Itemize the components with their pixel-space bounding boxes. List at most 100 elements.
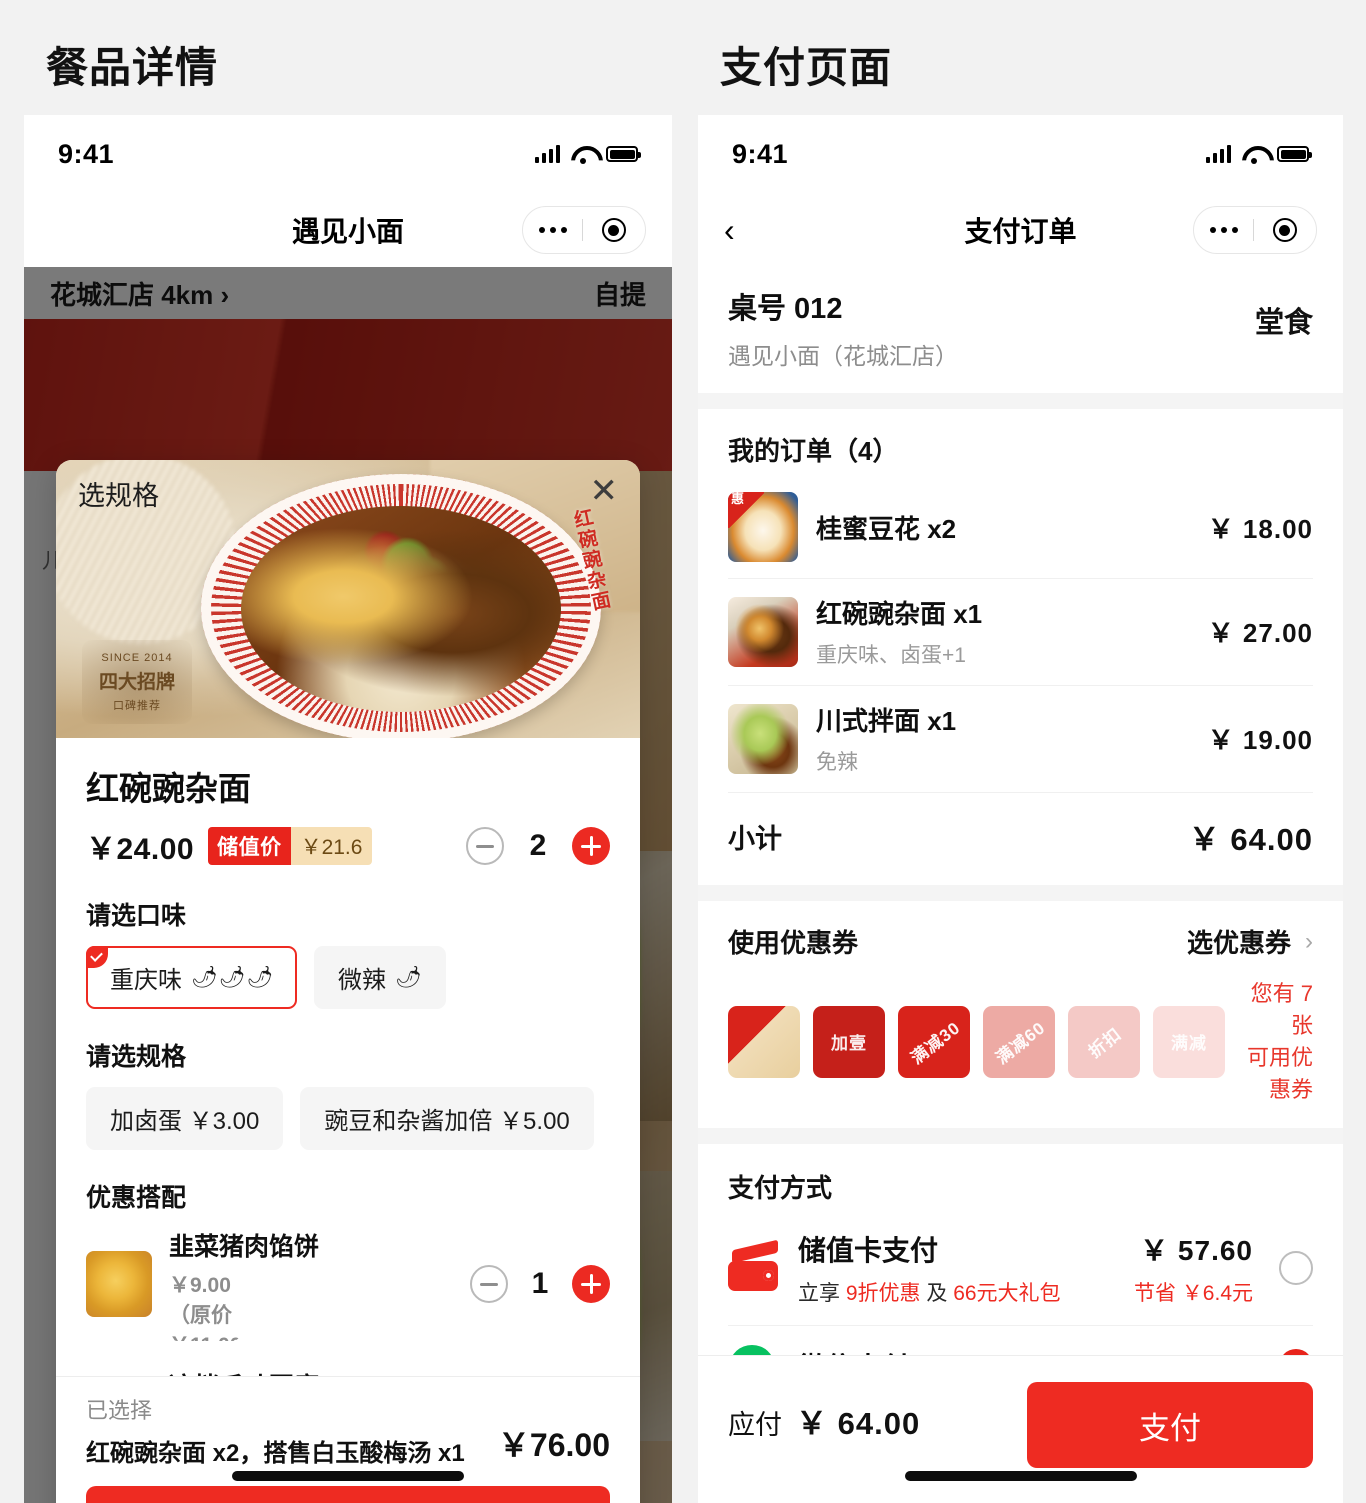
badge-since: SINCE 2014 — [101, 651, 173, 664]
coupon-glyph: 满减30 — [906, 1018, 964, 1069]
add-to-cart-button[interactable]: 加到购物车 — [86, 1486, 610, 1503]
miniprogram-capsule-left[interactable] — [522, 206, 646, 254]
battery-icon — [606, 146, 641, 162]
badge-mid: 口碑推荐 — [113, 699, 161, 712]
spec-options: 加卤蛋 ￥3.00 豌豆和杂酱加倍 ￥5.00 — [86, 1087, 610, 1150]
combo-price: ￥9.00（原价 ￥11.00） — [169, 1274, 241, 1341]
modal-title: 选规格 — [78, 481, 159, 511]
product-price: ￥24.00 — [86, 833, 195, 866]
coupon-thumb[interactable]: 折扣 — [1068, 1005, 1140, 1078]
item-info: 川式拌面 x1 免辣 — [816, 701, 956, 776]
close-target-icon[interactable] — [1254, 218, 1316, 242]
coupon-thumb[interactable]: 满减30 — [898, 1005, 970, 1078]
coupon-note-line2: 可用优惠券 — [1246, 1044, 1313, 1102]
method-amount: ￥ 57.60 — [1140, 1234, 1253, 1266]
flavor-option-chongqing[interactable]: 重庆味 🌶 🌶 🌶 — [86, 946, 298, 1009]
coupon-thumb[interactable]: 满减60 — [983, 1005, 1055, 1078]
payment-method-storedcard[interactable]: 储值卡支付 立享 9折优惠 及 66元大礼包 ￥ 57.60 节省 ￥6.4元 — [698, 1211, 1343, 1325]
promo-badge-icon: 惠 — [728, 492, 764, 528]
quantity-value: 2 — [529, 829, 547, 862]
item-info: 桂蜜豆花 x2 — [816, 509, 956, 546]
increase-quantity-button[interactable] — [572, 1265, 610, 1303]
coupon-count-note: 您有 7 张 可用优惠券 — [1238, 978, 1313, 1106]
coupon-thumb[interactable]: 满减 — [1153, 1005, 1225, 1078]
payable-label: 应付 — [728, 1410, 782, 1440]
modal-total: ￥76.00 — [497, 1427, 610, 1463]
selection-summary: 已选择 红碗豌杂面 x2，搭售白玉酸梅汤 x1 ￥76.00 — [86, 1393, 610, 1468]
item-info: 红碗豌杂面 x1 重庆味、卤蛋+1 — [816, 594, 982, 669]
select-coupon-label: 选优惠券 — [1186, 928, 1291, 958]
coupon-thumb[interactable]: 加壹 — [813, 1005, 885, 1078]
modal-scroll-area[interactable]: 红碗豌杂面 ￥24.00 储值价 ￥21.6 2 请选口味 重庆味 🌶 🌶 🌶 … — [56, 738, 640, 1376]
close-icon[interactable]: ✕ — [590, 474, 619, 508]
coupon-thumb[interactable] — [728, 1005, 800, 1078]
list-item[interactable]: 韭菜猪肉馅饼 ￥9.00（原价 ￥11.00） 1 — [86, 1214, 610, 1354]
table-row[interactable]: 惠 桂蜜豆花 x2 ￥ 18.00 — [698, 476, 1343, 578]
order-card: 我的订单（4） 惠 桂蜜豆花 x2 ￥ 18.00 红碗豌杂面 x1 重庆味、卤… — [698, 409, 1343, 885]
more-icon[interactable] — [1195, 227, 1253, 233]
sub-prefix: 立享 — [798, 1281, 846, 1305]
item-amount: ￥ 18.00 — [1207, 513, 1313, 544]
left-phone-body: 花城汇店 4km › 自提 儿童套餐 — [24, 267, 672, 1503]
decrease-quantity-button[interactable] — [466, 827, 504, 865]
chili-icon: 🌶 🌶 🌶 — [191, 966, 274, 989]
sub-mid: 及 — [920, 1281, 954, 1305]
more-icon[interactable] — [524, 227, 582, 233]
spec-option-egg[interactable]: 加卤蛋 ￥3.00 — [86, 1087, 284, 1150]
combo-stepper[interactable]: 1 — [470, 1265, 610, 1303]
nav-bar-left: 遇见小面 — [24, 193, 672, 267]
payment-title: 支付方式 — [728, 1172, 833, 1203]
right-panel-caption: 支付页面 — [720, 44, 893, 91]
item-thumbnail — [728, 596, 798, 667]
coupon-header[interactable]: 使用优惠券 选优惠券 › — [698, 901, 1343, 960]
combo-thumbnail — [86, 1251, 152, 1317]
method-savings: 节省 ￥6.4元 — [1133, 1281, 1253, 1305]
product-hero-image: SINCE 2014 四大招牌 口碑推荐 红碗豌杂面 选规格 ✕ — [56, 460, 640, 738]
item-thumbnail — [728, 703, 798, 774]
table-info-card: 桌号 012 遇见小面（花城汇店） 堂食 — [698, 267, 1343, 393]
coupon-card: 使用优惠券 选优惠券 › 加壹 满减30 满减60 折扣 满减 您有 7 张 可 — [698, 901, 1343, 1128]
flavor-option-mild[interactable]: 微辣 🌶 — [314, 946, 446, 1009]
list-item[interactable]: 凉拌千叶豆腐 ￥5.00 — [86, 1354, 610, 1376]
screenshot-root: 餐品详情 支付页面 9:41 遇见小面 花城汇店 4 — [0, 0, 1366, 1503]
close-target-icon[interactable] — [583, 218, 645, 242]
combo-info: 韭菜猪肉馅饼 ￥9.00（原价 ￥11.00） — [169, 1227, 319, 1341]
increase-quantity-button[interactable] — [572, 827, 610, 865]
payable-amount: ￥ 64.00 — [796, 1406, 921, 1441]
miniprogram-capsule-right[interactable] — [1193, 206, 1317, 254]
right-phone-body[interactable]: 桌号 012 遇见小面（花城汇店） 堂食 我的订单（4） 惠 桂蜜豆花 x2 ￥… — [698, 267, 1343, 1503]
status-bar-left: 9:41 — [24, 115, 672, 193]
back-icon[interactable]: ‹ — [724, 214, 735, 246]
coupon-glyph: 折扣 — [1085, 1024, 1126, 1062]
noodle-dish-decor — [241, 506, 561, 712]
table-row[interactable]: 红碗豌杂面 x1 重庆味、卤蛋+1 ￥ 27.00 — [698, 578, 1343, 685]
quantity-stepper[interactable]: 2 — [466, 827, 610, 865]
pay-button[interactable]: 支付 — [1027, 1382, 1313, 1468]
flavor-label: 微辣 — [338, 967, 387, 994]
status-bar-right: 9:41 — [698, 115, 1343, 193]
shop-name: 遇见小面（花城汇店） — [728, 343, 958, 369]
table-row[interactable]: 川式拌面 x1 免辣 ￥ 19.00 — [698, 685, 1343, 792]
spec-option-double[interactable]: 豌豆和杂酱加倍 ￥5.00 — [300, 1087, 594, 1150]
method-info: 储值卡支付 立享 9折优惠 及 66元大礼包 — [798, 1229, 1061, 1307]
select-coupon-button[interactable]: 选优惠券 › — [1187, 923, 1313, 960]
badge-top: 四大招牌 — [98, 671, 175, 693]
selected-text: 红碗豌杂面 x2，搭售白玉酸梅汤 x1 — [86, 1440, 465, 1467]
item-thumbnail: 惠 — [728, 492, 798, 562]
subtotal-amount: ￥ 64.00 — [1188, 822, 1313, 857]
phone-right: 9:41 ‹ 支付订单 桌号 012 遇见小面（花城汇店） 堂食 我的订单（4）… — [698, 115, 1343, 1503]
sub-highlight-1: 9折优惠 — [845, 1281, 921, 1305]
coupon-glyph: 加壹 — [831, 1034, 867, 1054]
combo-section-title: 优惠搭配 — [86, 1184, 187, 1212]
item-name: 红碗豌杂面 x1 — [816, 599, 983, 629]
table-header: 桌号 012 遇见小面（花城汇店） 堂食 — [698, 267, 1343, 393]
combo-name: 凉拌千叶豆腐 — [169, 1367, 319, 1376]
radio-unselected[interactable] — [1279, 1250, 1313, 1285]
coupon-thumbnails[interactable]: 加壹 满减30 满减60 折扣 满减 您有 7 张 可用优惠券 — [698, 960, 1343, 1128]
decrease-quantity-button[interactable] — [470, 1265, 508, 1303]
price-row: ￥24.00 储值价 ￥21.6 2 — [86, 824, 610, 868]
product-name: 红碗豌杂面 — [86, 770, 251, 807]
method-subtitle: 立享 9折优惠 及 66元大礼包 — [798, 1277, 1061, 1307]
item-options: 重庆味、卤蛋+1 — [816, 644, 966, 667]
nav-bar-right: ‹ 支付订单 — [698, 193, 1343, 267]
